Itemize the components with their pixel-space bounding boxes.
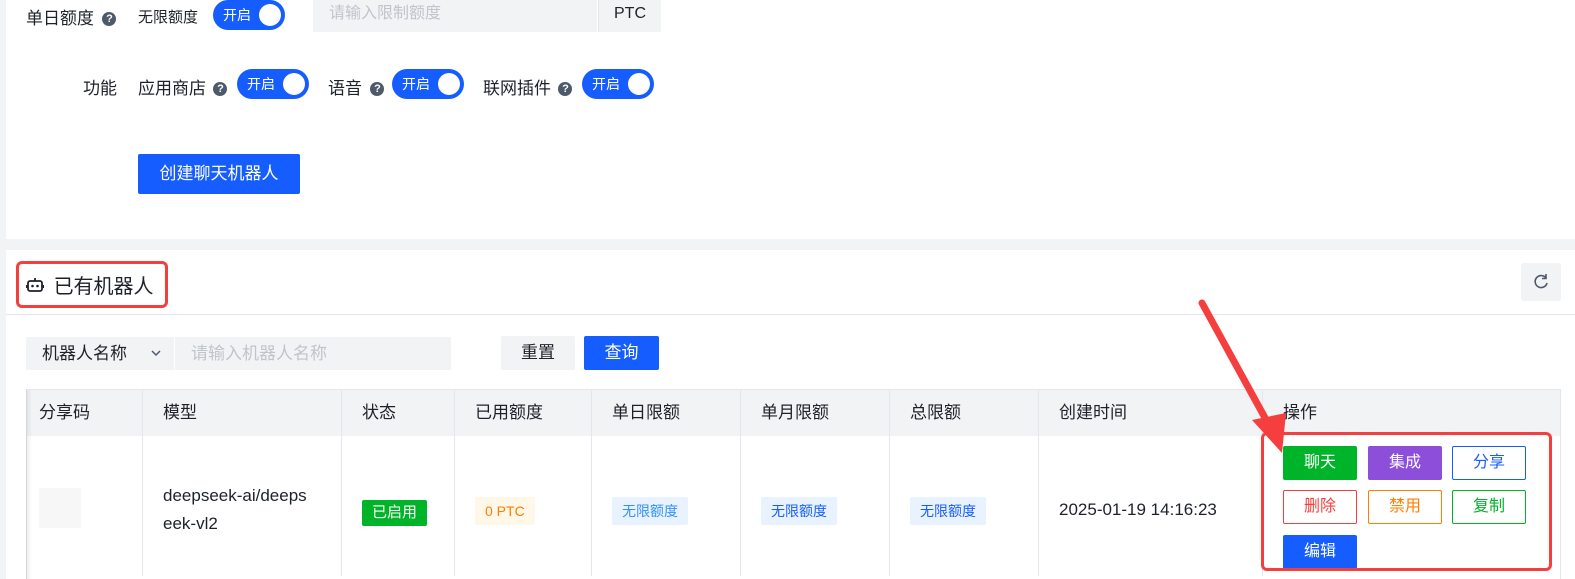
feature-app-store-label: 应用商店	[138, 79, 206, 98]
switch-knob	[628, 73, 650, 95]
chevron-down-icon	[150, 337, 162, 381]
switch-knob	[259, 4, 281, 26]
cell-monthly-limit: 无限额度	[741, 436, 890, 576]
features-label: 功能	[83, 79, 117, 98]
unlimited-quota-switch[interactable]: 开启	[213, 0, 285, 30]
header-actions: 操作	[1283, 403, 1317, 422]
header-used-quota: 已用额度	[455, 390, 592, 436]
query-button[interactable]: 查询	[584, 336, 659, 370]
app-store-switch[interactable]: 开启	[237, 69, 309, 99]
monthly-limit-tag: 无限额度	[761, 497, 837, 525]
used-quota-tag: 0 PTC	[475, 497, 535, 525]
annotation-arrow-icon	[1198, 299, 1286, 453]
daily-quota-label: 单日额度	[26, 9, 94, 28]
header-status: 状态	[342, 390, 455, 436]
help-icon[interactable]: ?	[213, 82, 228, 96]
status-badge: 已启用	[362, 500, 428, 526]
robots-header	[6, 250, 1575, 315]
actions-annotation-box	[1261, 432, 1552, 571]
header-daily-limit: 单日限额	[592, 390, 741, 436]
title-annotation-box	[16, 261, 168, 308]
unlimited-label: 无限额度	[138, 9, 199, 26]
web-plugin-switch[interactable]: 开启	[582, 69, 654, 99]
help-icon[interactable]: ?	[558, 82, 573, 96]
share-code-value	[39, 488, 81, 528]
feature-voice-label: 语音	[328, 79, 362, 98]
header-share-code: 分享码	[27, 390, 143, 436]
cell-total-limit: 无限额度	[890, 436, 1039, 576]
total-limit-tag: 无限额度	[910, 497, 986, 525]
refresh-button[interactable]	[1521, 263, 1561, 301]
created-at-value: 2025-01-19 14:16:23	[1059, 500, 1217, 519]
header-monthly-limit: 单月限额	[741, 390, 890, 436]
create-robot-form: 单日额度 ? 无限额度 开启 请输入限制额度 PTC 功能 应用商店 ? 开启 …	[6, 0, 1575, 239]
switch-knob	[283, 73, 305, 95]
currency-suffix: PTC	[598, 0, 661, 32]
help-icon[interactable]: ?	[370, 82, 385, 96]
field-select[interactable]: 机器人名称	[26, 337, 174, 370]
switch-knob	[438, 73, 460, 95]
voice-switch[interactable]: 开启	[392, 69, 464, 99]
refresh-icon	[1534, 274, 1548, 289]
model-name-line1: deepseek-ai/deeps	[163, 486, 307, 505]
help-icon[interactable]: ?	[102, 12, 117, 26]
cell-used-quota: 0 PTC	[455, 436, 592, 576]
feature-web-plugin-label: 联网插件	[483, 79, 551, 98]
quota-limit-input[interactable]: 请输入限制额度	[313, 0, 597, 32]
cell-status: 已启用	[342, 436, 455, 576]
cell-daily-limit: 无限额度	[592, 436, 741, 576]
create-robot-button[interactable]: 创建聊天机器人	[138, 154, 300, 194]
cell-share-code	[27, 436, 143, 576]
table-left-fade	[26, 390, 32, 579]
daily-limit-tag: 无限额度	[612, 497, 688, 525]
header-model: 模型	[143, 390, 342, 436]
reset-button[interactable]: 重置	[501, 336, 575, 370]
header-total-limit: 总限额	[890, 390, 1039, 436]
cell-model: deepseek-ai/deeps eek-vl2	[143, 436, 342, 576]
model-name-line2: eek-vl2	[163, 514, 218, 533]
robot-name-input[interactable]: 请输入机器人名称	[175, 337, 451, 370]
